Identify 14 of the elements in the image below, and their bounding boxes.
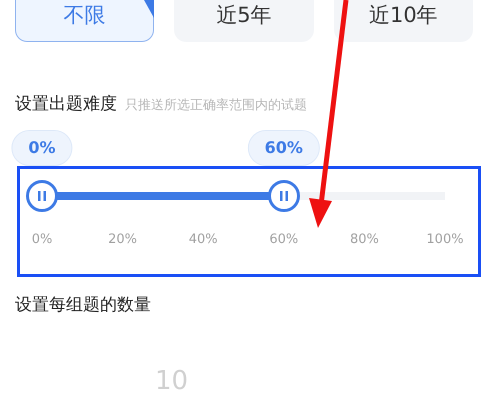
tick-label: 60% bbox=[269, 230, 298, 248]
year-option[interactable]: 不限 bbox=[15, 0, 154, 42]
year-option[interactable]: 近10年 bbox=[334, 0, 473, 42]
value-bubble: 60% bbox=[248, 130, 320, 166]
tick-label: 100% bbox=[426, 230, 464, 248]
value-bubble: 0% bbox=[11, 130, 73, 166]
section-title: 设置每组题的数量 bbox=[15, 294, 152, 316]
tick-label: 40% bbox=[188, 230, 218, 248]
year-option[interactable]: 近5年 bbox=[174, 0, 314, 42]
tick-label: 0% bbox=[32, 230, 52, 248]
tick-label: 20% bbox=[108, 230, 138, 248]
hint-text: 只推送所选正确率范围内的试题 bbox=[125, 97, 307, 115]
section-title: 设置出题难度 bbox=[15, 93, 117, 116]
tick-label: 80% bbox=[350, 230, 379, 248]
